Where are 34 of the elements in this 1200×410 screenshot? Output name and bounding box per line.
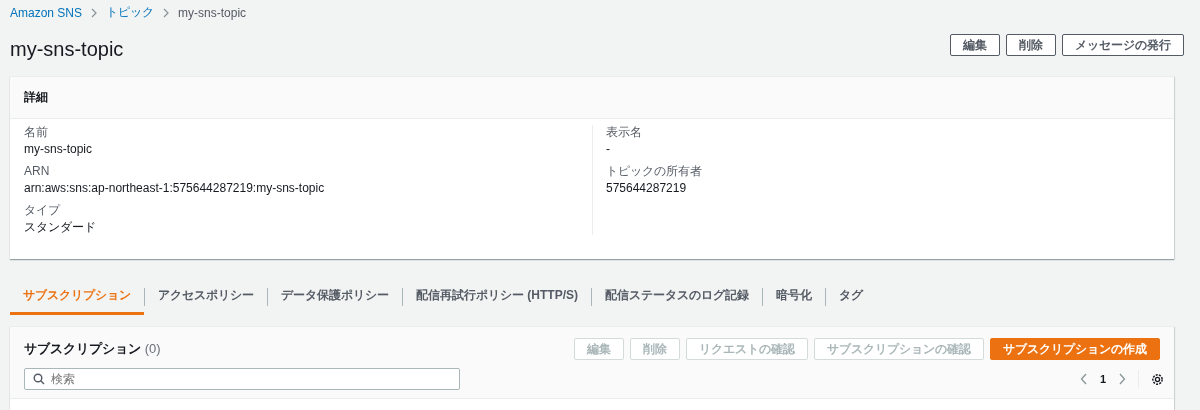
chevron-left-icon[interactable] [1079, 373, 1088, 385]
settings-icon[interactable] [1151, 372, 1164, 386]
field-value: arn:aws:sns:ap-northeast-1:575644287219:my-sns-topic [24, 181, 326, 196]
breadcrumb-link[interactable]: トピック [106, 4, 155, 21]
tab[interactable]: タグ [826, 279, 876, 315]
field-value: スタンダード [24, 220, 97, 235]
section-title: サブスクリプション [24, 341, 141, 356]
tab[interactable]: 配信ステータスのログ記録 [592, 279, 762, 315]
search-field[interactable]: 検索 [24, 368, 460, 390]
field-value: my-sns-topic [24, 142, 93, 157]
chevron-right-icon[interactable] [1118, 373, 1126, 385]
item-count: (0) [144, 341, 161, 356]
field-label: トピックの所有者 [606, 164, 703, 179]
tab[interactable]: 暗号化 [763, 279, 825, 315]
action-button[interactable]: 編集 [950, 34, 1000, 56]
search-icon [33, 373, 45, 385]
field-label: タイプ [24, 203, 62, 218]
field-value: - [606, 142, 611, 157]
field-label: 名前 [24, 125, 49, 140]
tab[interactable]: 配信再試行ポリシー (HTTP/S) [403, 279, 591, 315]
page-title: my-sns-topic [10, 38, 124, 61]
page-number[interactable]: 1 [1099, 373, 1106, 385]
breadcrumb-link[interactable]: Amazon SNS [10, 5, 83, 20]
section-title: 詳細 [24, 89, 48, 106]
field-value: 575644287219 [606, 181, 688, 196]
chevron-right-icon [162, 7, 171, 18]
field-label: ARN [24, 164, 51, 179]
action-button[interactable]: 削除 [1006, 34, 1056, 56]
chevron-right-icon [90, 7, 99, 18]
action-button[interactable]: メッセージの発行 [1062, 34, 1184, 56]
breadcrumb-current: my-sns-topic [178, 5, 247, 20]
field-label: 表示名 [606, 125, 643, 140]
tab[interactable]: アクセスポリシー [145, 279, 267, 315]
tab[interactable]: データ保護ポリシー [268, 279, 402, 315]
